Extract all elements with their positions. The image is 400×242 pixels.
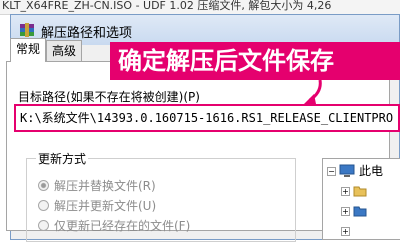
background-window-titlebar: KLT_X64FRE_ZH-CN.ISO - UDF 1.02 压缩文件, 解包… [0, 0, 400, 15]
radio-extract-update[interactable]: 解压并更新文件(U) [38, 197, 156, 213]
update-mode-label: 更新方式 [36, 150, 89, 167]
radio-label: 解压并更新文件(U) [54, 199, 157, 213]
dialog-title: 解压路径和选项 [41, 26, 133, 41]
destination-path-label: 目标路径(如果不存在将被创建)(P) [18, 90, 200, 104]
collapse-icon[interactable]: − [327, 167, 336, 176]
radio-button-icon [38, 220, 49, 231]
tree-node-this-pc[interactable]: 此电 [359, 162, 383, 179]
tab-advanced[interactable]: 高级 [46, 40, 82, 62]
tab-general[interactable]: 常规 [10, 38, 46, 62]
radio-extract-replace[interactable]: 解压并替换文件(R) [38, 177, 156, 193]
folder-tree[interactable]: − 此电 + + + [322, 158, 400, 240]
folder-icon [353, 206, 367, 217]
annotation-callout: 确定解压后文件保存 [110, 42, 400, 80]
radio-button-icon [38, 200, 49, 211]
expand-icon[interactable]: + [341, 227, 350, 236]
radio-label: 仅更新已经存在的文件(F) [54, 219, 191, 233]
winrar-icon [19, 22, 35, 38]
background-window-title: KLT_X64FRE_ZH-CN.ISO - UDF 1.02 压缩文件, 解包… [2, 0, 332, 12]
expand-icon[interactable]: + [341, 187, 350, 196]
annotation-arrow-icon [304, 80, 322, 104]
radio-button-icon [38, 180, 49, 191]
expand-icon[interactable]: + [341, 207, 350, 216]
destination-path-input[interactable]: K:\系统文件\14393.0.160715-1616.RS1_RELEASE_… [14, 104, 400, 132]
radio-update-existing[interactable]: 仅更新已经存在的文件(F) [38, 217, 190, 233]
computer-icon [339, 164, 355, 177]
folder-icon [353, 186, 367, 197]
radio-label: 解压并替换文件(R) [54, 179, 156, 193]
